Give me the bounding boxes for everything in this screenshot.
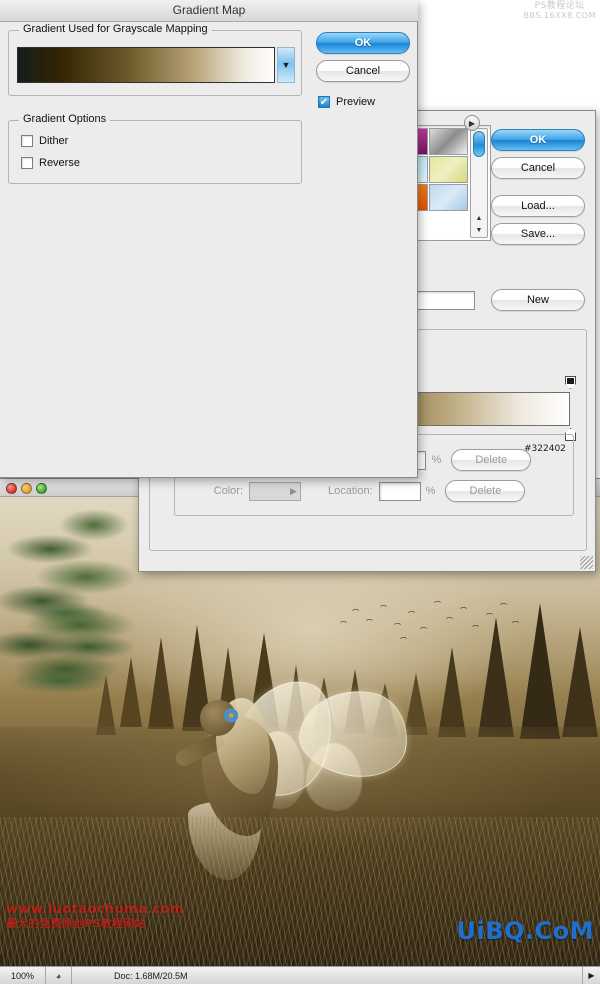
preset-scrollbar[interactable]: ▲ ▼	[470, 128, 488, 238]
scroll-up-icon[interactable]: ▲	[471, 212, 487, 224]
gradient-preset-swatch[interactable]	[429, 156, 468, 183]
color-location-percent-sign: %	[425, 485, 436, 497]
dither-checkbox[interactable]	[21, 135, 33, 147]
color-label: Color:	[213, 485, 243, 497]
preview-label: Preview	[336, 96, 376, 108]
color-stop-row: Color: ▶ Location: % Delete	[189, 480, 526, 502]
fairy-hair-flower	[222, 708, 240, 723]
zoom-icon[interactable]	[36, 483, 47, 494]
gradient-editor-buttons: OK Cancel Load... Save...	[491, 129, 585, 251]
screenshot-root: PS教程论坛 BBS.16XX8.COM ︵ ︵ ︵ ︵ ︵ ︵ ︵ ︵ ︵ ︵…	[0, 0, 600, 984]
preview-thumb-icon[interactable]: ◕	[46, 967, 72, 984]
gradient-map-title: Gradient Map	[0, 0, 418, 22]
color-swatch[interactable]: ▶	[249, 481, 301, 501]
dither-label: Dither	[39, 135, 69, 147]
reverse-label: Reverse	[39, 157, 80, 169]
resize-grip-icon[interactable]	[580, 556, 593, 569]
color-swatch-arrow-icon[interactable]: ▶	[290, 486, 297, 497]
preset-panel-menu-icon[interactable]: ▶	[464, 115, 480, 131]
reverse-checkbox[interactable]	[21, 157, 33, 169]
gradient-preset-swatch[interactable]	[429, 128, 468, 155]
preview-row[interactable]: ✔ Preview	[318, 96, 375, 108]
gradient-map-dialog: Gradient Map Gradient Used for Grayscale…	[0, 0, 418, 478]
status-menu-arrow-icon[interactable]: ▶	[582, 967, 600, 984]
reverse-row[interactable]: Reverse	[21, 157, 80, 169]
site-watermark-red-line2: 最大的免费原创PS教程网站	[6, 917, 146, 930]
ok-button[interactable]: OK	[491, 129, 585, 151]
opacity-location-percent-sign: %	[431, 454, 442, 466]
gradient-options-group-title: Gradient Options	[19, 113, 111, 125]
forum-watermark-line2: BBS.16XX8.COM	[523, 11, 596, 21]
color-delete-button[interactable]: Delete	[445, 480, 526, 502]
forum-watermark: PS教程论坛 BBS.16XX8.COM	[523, 1, 596, 21]
save-button[interactable]: Save...	[491, 223, 585, 245]
site-watermark-blue: UiBQ.CoM	[456, 917, 594, 945]
forum-watermark-line1: PS教程论坛	[534, 1, 585, 11]
gradient-map-cancel-button[interactable]: Cancel	[316, 60, 410, 82]
gradient-options-group: Gradient Options Dither Reverse	[8, 113, 302, 184]
gradient-preset-swatch[interactable]	[429, 184, 468, 211]
grayscale-mapping-group: Gradient Used for Grayscale Mapping ▼	[8, 23, 302, 96]
color-location-label: Location:	[328, 485, 373, 497]
color-location-input[interactable]	[378, 481, 421, 501]
grayscale-mapping-group-title: Gradient Used for Grayscale Mapping	[19, 23, 212, 35]
cancel-button[interactable]: Cancel	[491, 157, 585, 179]
opacity-stop-handle[interactable]	[565, 376, 576, 389]
document-statusbar: 100% ◕ Doc: 1.68M/20.5M ▶	[0, 966, 600, 984]
preview-checkbox[interactable]: ✔	[318, 96, 330, 108]
opacity-stop-color	[567, 378, 574, 384]
load-button[interactable]: Load...	[491, 195, 585, 217]
site-watermark-red: www.luotaochuma.com 最大的免费原创PS教程网站	[6, 902, 184, 931]
opacity-delete-button[interactable]: Delete	[451, 449, 532, 471]
zoom-level[interactable]: 100%	[0, 967, 46, 984]
scroll-down-icon[interactable]: ▼	[471, 224, 487, 236]
document-size-info: Doc: 1.68M/20.5M	[114, 970, 188, 981]
gradient-preview-row: ▼	[17, 47, 295, 83]
preset-scrollbar-thumb[interactable]	[473, 131, 485, 157]
opacity-stop-marker[interactable]	[565, 376, 576, 389]
gradient-picker-dropdown[interactable]: ▼	[277, 47, 295, 83]
new-button[interactable]: New	[491, 289, 585, 311]
dither-row[interactable]: Dither	[21, 135, 68, 147]
minimize-icon[interactable]	[21, 483, 32, 494]
gradient-preview-swatch[interactable]	[17, 47, 275, 83]
foreground-evergreen-branch	[0, 587, 160, 717]
gradient-map-ok-button[interactable]: OK	[316, 32, 410, 54]
close-icon[interactable]	[6, 483, 17, 494]
gradient-map-buttons: OK Cancel	[316, 32, 410, 88]
